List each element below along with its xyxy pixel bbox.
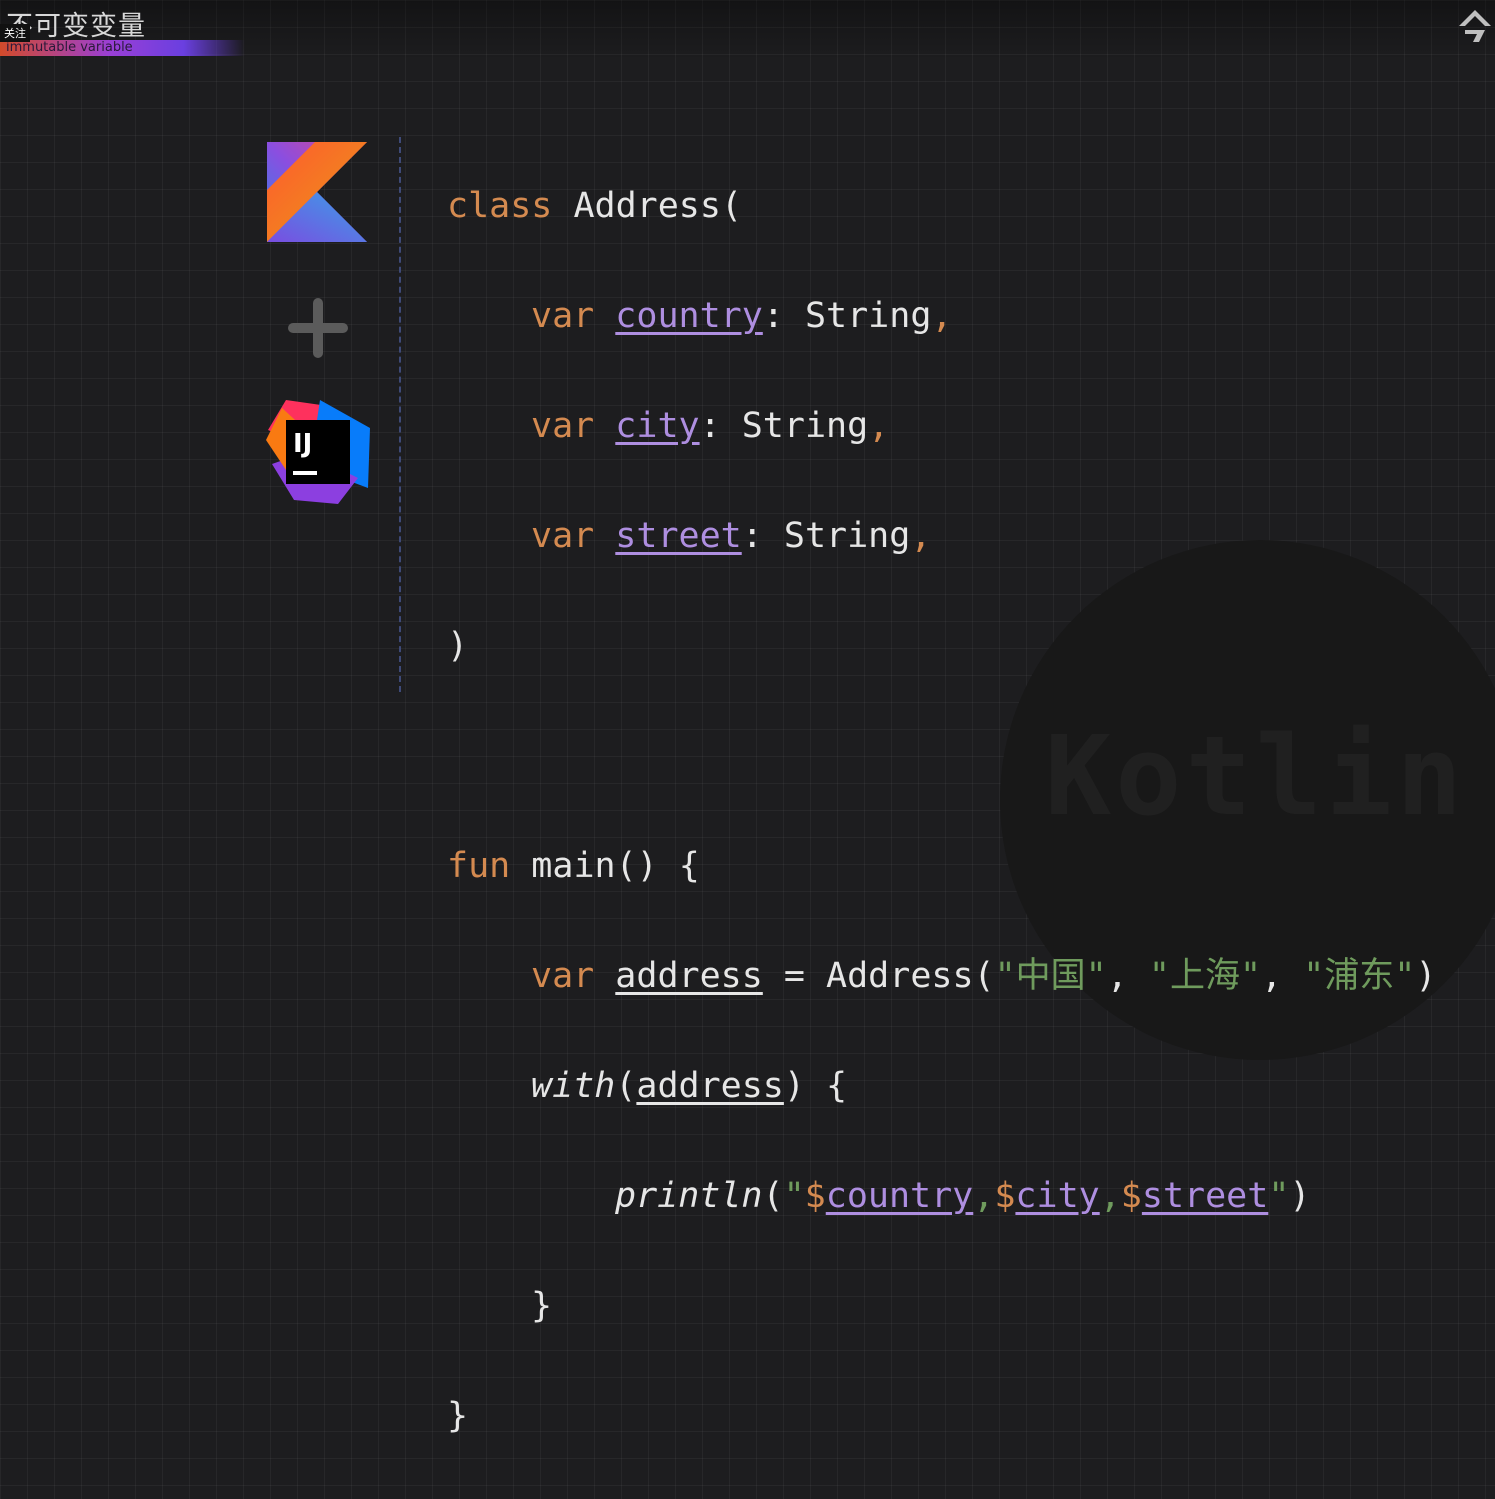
code-line-2: var country: String,: [447, 289, 1436, 344]
follow-button[interactable]: 关注: [0, 24, 30, 42]
code-line-5: ): [447, 619, 1436, 674]
closing-paren: ): [1415, 956, 1437, 996]
code-line-12: }: [447, 1389, 1436, 1444]
code-line-11: }: [447, 1279, 1436, 1334]
template-dollar: $: [994, 1176, 1016, 1216]
variable-name: address: [615, 956, 763, 996]
code-line-1: class Address(: [447, 179, 1436, 234]
keyword: fun: [447, 846, 511, 886]
keyword: var: [531, 516, 595, 556]
title-block: 不可变变量 immutable variable 关注: [0, 0, 250, 60]
code-line-4: var street: String,: [447, 509, 1436, 564]
type-annotation: : String: [762, 296, 932, 336]
keyword: var: [531, 956, 595, 996]
type-annotation: : String: [741, 516, 911, 556]
string-separator: ,: [973, 1176, 995, 1216]
share-icon[interactable]: [1457, 6, 1493, 46]
kotlin-logo: [267, 142, 367, 242]
code-line-10: println("$country,$city,$street"): [447, 1169, 1436, 1224]
template-variable: street: [1141, 1176, 1269, 1216]
separator: ,: [1261, 956, 1304, 996]
code-line-3: var city: String,: [447, 399, 1436, 454]
string-quote: ": [1268, 1176, 1290, 1216]
template-variable: city: [1015, 1176, 1100, 1216]
plus-icon: [288, 298, 348, 358]
variable-name: address: [636, 1066, 784, 1106]
class-name: Address(: [573, 186, 743, 226]
type-annotation: : String: [699, 406, 869, 446]
comma: ,: [931, 296, 953, 336]
keyword: var: [531, 406, 595, 446]
video-subtitle: immutable variable: [6, 40, 133, 55]
separator: ,: [1106, 956, 1149, 996]
close-brace: ) {: [783, 1066, 848, 1106]
open-paren: (: [615, 1066, 637, 1106]
string-literal: "中国": [994, 956, 1107, 996]
svg-text:IJ: IJ: [293, 429, 312, 459]
code-block: class Address( var country: String, var …: [447, 124, 1436, 1499]
property-name: country: [615, 296, 763, 336]
code-line-8: var address = Address("中国", "上海", "浦东"): [447, 949, 1436, 1004]
comma: ,: [868, 406, 890, 446]
closing-brace: }: [531, 1286, 553, 1326]
keyword: var: [531, 296, 595, 336]
string-literal: "上海": [1148, 956, 1262, 996]
property-name: city: [615, 406, 700, 446]
code-line-7: fun main() {: [447, 839, 1436, 894]
intellij-logo: IJ: [266, 400, 370, 504]
template-variable: country: [825, 1176, 974, 1216]
closing-brace: }: [447, 1396, 469, 1436]
string-separator: ,: [1099, 1176, 1121, 1216]
open-paren: (: [762, 1176, 784, 1216]
function-name: with: [531, 1066, 616, 1106]
closing-paren: ): [1289, 1176, 1311, 1216]
function-signature: main() {: [531, 846, 700, 886]
closing-paren: ): [447, 626, 469, 666]
string-quote: ": [783, 1176, 805, 1216]
comma: ,: [910, 516, 932, 556]
template-dollar: $: [804, 1176, 826, 1216]
template-dollar: $: [1120, 1176, 1142, 1216]
string-literal: "浦东": [1303, 956, 1416, 996]
dashed-divider: [399, 137, 401, 692]
constructor-call: = Address(: [762, 956, 995, 996]
code-line-9: with(address) {: [447, 1059, 1436, 1114]
property-name: street: [615, 516, 742, 556]
function-name: println: [615, 1176, 763, 1216]
keyword: class: [447, 186, 553, 226]
